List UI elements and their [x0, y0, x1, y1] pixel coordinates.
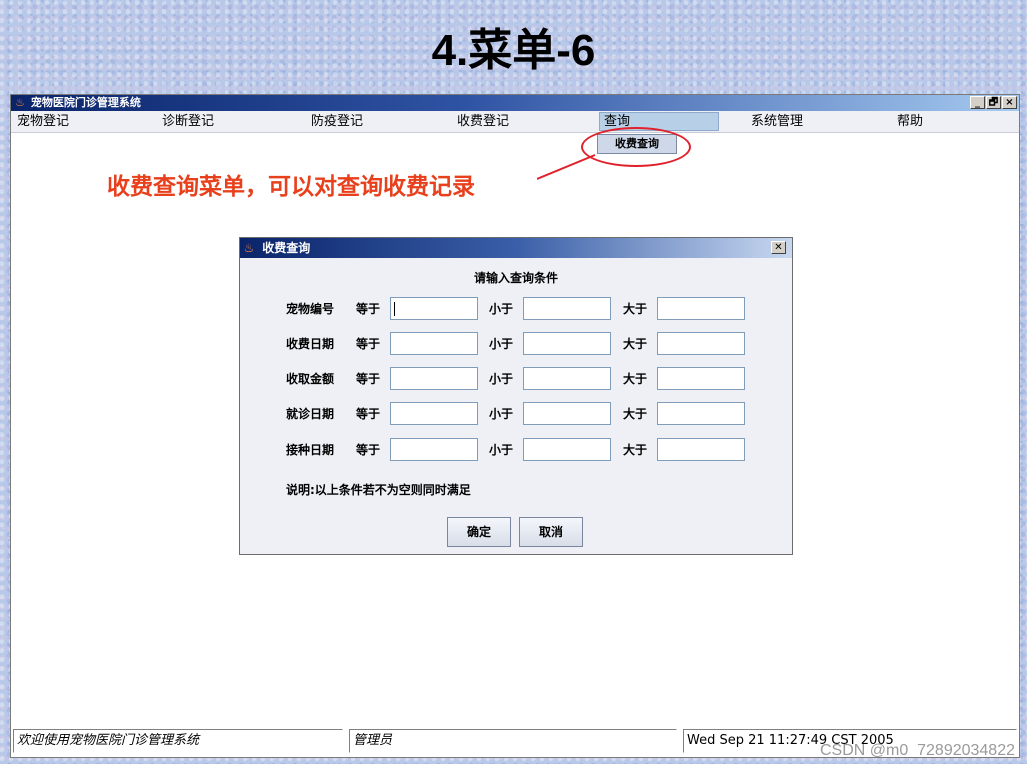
pet-id-greater-input[interactable]: [657, 297, 745, 320]
greater-than-label: 大于: [623, 337, 648, 351]
vaccination-date-greater-input[interactable]: [657, 438, 745, 461]
menu-vaccination-registration[interactable]: 防疫登记: [307, 112, 367, 131]
visit-date-less-input[interactable]: [523, 402, 611, 425]
visit-date-equals-input[interactable]: [390, 402, 478, 425]
row-amount: 收取金额 等于 小于 大于: [240, 367, 792, 391]
less-than-label: 小于: [489, 337, 514, 351]
less-than-label: 小于: [489, 372, 514, 386]
maximize-button[interactable]: 🗗: [986, 96, 1001, 109]
fee-date-greater-input[interactable]: [657, 332, 745, 355]
greater-than-label: 大于: [623, 372, 648, 386]
menu-pet-registration[interactable]: 宠物登记: [13, 112, 73, 131]
window-titlebar[interactable]: ♨ 宠物医院门诊管理系统 _ 🗗 ×: [11, 95, 1019, 111]
row-vaccination-date: 接种日期 等于 小于 大于: [240, 438, 792, 462]
status-user: 管理员: [349, 729, 677, 753]
text-caret: [394, 302, 395, 316]
minimize-button[interactable]: _: [970, 96, 985, 109]
annotation-text: 收费查询菜单，可以对查询收费记录: [107, 173, 475, 200]
dialog-titlebar[interactable]: ♨ 收费查询 ✕: [240, 238, 792, 258]
visit-date-greater-input[interactable]: [657, 402, 745, 425]
equals-label: 等于: [356, 443, 381, 457]
greater-than-label: 大于: [623, 407, 648, 421]
app-window: ♨ 宠物医院门诊管理系统 _ 🗗 × 宠物登记 诊断登记 防疫登记 收费登记 查…: [10, 94, 1020, 758]
field-label: 就诊日期: [286, 407, 335, 421]
row-fee-date: 收费日期 等于 小于 大于: [240, 332, 792, 356]
dialog-heading: 请输入查询条件: [473, 271, 558, 285]
less-than-label: 小于: [489, 302, 514, 316]
cancel-button[interactable]: 取消: [519, 517, 583, 547]
amount-equals-input[interactable]: [390, 367, 478, 390]
equals-label: 等于: [356, 407, 381, 421]
query-note: 说明:以上条件若不为空则同时满足: [286, 483, 471, 497]
amount-greater-input[interactable]: [657, 367, 745, 390]
callout-ellipse: [581, 127, 691, 167]
fee-query-dialog: ♨ 收费查询 ✕ 请输入查询条件 宠物编号 等于 小于 大于 收费日期 等于 小…: [239, 237, 793, 555]
menu-system-management[interactable]: 系统管理: [747, 112, 807, 131]
greater-than-label: 大于: [623, 443, 648, 457]
field-label: 宠物编号: [286, 302, 335, 316]
confirm-button[interactable]: 确定: [447, 517, 511, 547]
fee-date-equals-input[interactable]: [390, 332, 478, 355]
java-cup-icon: ♨: [15, 96, 25, 109]
window-title: 宠物医院门诊管理系统: [30, 96, 141, 109]
java-cup-icon: ♨: [243, 241, 255, 255]
slide-title: 4.菜单-6: [431, 26, 596, 75]
fee-date-less-input[interactable]: [523, 332, 611, 355]
dialog-title: 收费查询: [262, 241, 311, 255]
menu-help[interactable]: 帮助: [893, 112, 927, 131]
pet-id-less-input[interactable]: [523, 297, 611, 320]
dialog-close-button[interactable]: ✕: [771, 241, 786, 254]
field-label: 收取金额: [286, 372, 335, 386]
menubar: 宠物登记 诊断登记 防疫登记 收费登记 查询 系统管理 帮助: [11, 111, 1019, 133]
less-than-label: 小于: [489, 407, 514, 421]
menu-fee-registration[interactable]: 收费登记: [453, 112, 513, 131]
equals-label: 等于: [356, 372, 381, 386]
greater-than-label: 大于: [623, 302, 648, 316]
status-welcome: 欢迎使用宠物医院门诊管理系统: [13, 729, 343, 753]
callout-line: [537, 154, 596, 180]
less-than-label: 小于: [489, 443, 514, 457]
watermark: CSDN @m0_72892034822: [819, 742, 1015, 759]
vaccination-date-less-input[interactable]: [523, 438, 611, 461]
field-label: 收费日期: [286, 337, 335, 351]
pet-id-equals-input[interactable]: [390, 297, 478, 320]
vaccination-date-equals-input[interactable]: [390, 438, 478, 461]
equals-label: 等于: [356, 302, 381, 316]
equals-label: 等于: [356, 337, 381, 351]
window-controls: _ 🗗 ×: [970, 96, 1017, 109]
field-label: 接种日期: [286, 443, 335, 457]
row-visit-date: 就诊日期 等于 小于 大于: [240, 402, 792, 426]
close-button[interactable]: ×: [1002, 96, 1017, 109]
amount-less-input[interactable]: [523, 367, 611, 390]
row-pet-id: 宠物编号 等于 小于 大于: [240, 297, 792, 321]
menu-diagnosis-registration[interactable]: 诊断登记: [158, 112, 218, 131]
